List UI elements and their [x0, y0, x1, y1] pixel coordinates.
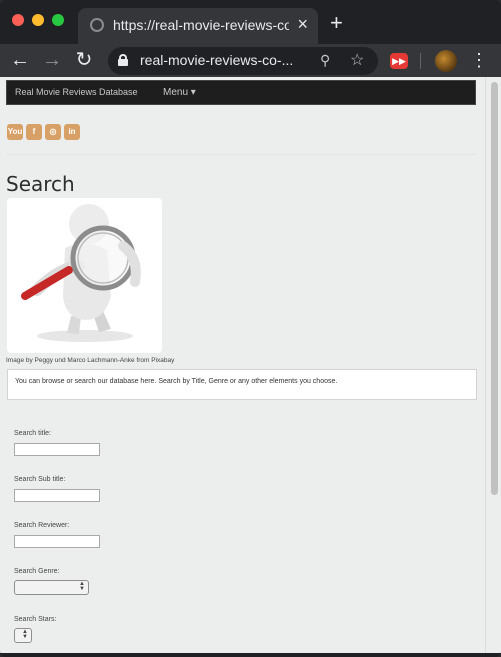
select-arrows-icon: ▲ ▼ — [79, 581, 85, 592]
forward-button[interactable]: → — [40, 48, 64, 72]
intro-text: You can browse or search our database he… — [15, 378, 338, 385]
page-scrollbar[interactable] — [485, 77, 501, 653]
search-genre-select[interactable]: ▲ ▼ — [14, 580, 89, 595]
browser-toolbar: ← → ↻ real-movie-reviews-co-... ⚲ ☆ ▶▶ ⋮ — [0, 44, 501, 77]
back-button[interactable]: ← — [8, 48, 32, 72]
browser-window: https://real-movie-reviews-co-h × + ← → … — [0, 0, 501, 657]
select-arrows-icon: ▲ ▼ — [22, 629, 28, 640]
new-tab-button[interactable]: + — [330, 12, 343, 34]
facebook-icon[interactable]: f — [26, 124, 42, 140]
search-stars-label: Search Stars: — [14, 616, 57, 623]
browser-tab[interactable]: https://real-movie-reviews-co-h × — [78, 8, 318, 44]
extension-icon[interactable]: ▶▶ — [390, 53, 408, 69]
lock-icon — [118, 54, 128, 66]
bookmark-star-icon[interactable]: ☆ — [350, 50, 364, 70]
reload-button[interactable]: ↻ — [72, 48, 96, 72]
image-caption: Image by Peggy und Marco Lachmann-Anke f… — [6, 357, 175, 364]
browser-menu-icon[interactable]: ⋮ — [470, 49, 488, 71]
page-title: Search — [6, 172, 75, 196]
scrollbar-thumb[interactable] — [491, 82, 498, 495]
site-brand-link[interactable]: Real Movie Reviews Database — [15, 87, 138, 97]
minimize-window-button[interactable] — [32, 14, 44, 26]
close-window-button[interactable] — [12, 14, 24, 26]
url-text[interactable]: real-movie-reviews-co-... — [140, 52, 310, 68]
search-illustration-image — [7, 198, 162, 353]
instagram-icon[interactable]: ◎ — [45, 124, 61, 140]
page-viewport: Real Movie Reviews Database Menu ▾ You f ◎… — [0, 77, 501, 653]
section-divider — [6, 154, 476, 155]
search-title-input[interactable] — [14, 443, 100, 456]
search-stars-select[interactable]: ▲ ▼ — [14, 628, 32, 643]
social-links: You f ◎ in — [7, 121, 83, 140]
search-reviewer-input[interactable] — [14, 535, 100, 548]
search-reviewer-label: Search Reviewer: — [14, 522, 70, 529]
search-genre-label: Search Genre: — [14, 568, 60, 575]
address-bar[interactable]: real-movie-reviews-co-... ⚲ ☆ — [108, 47, 378, 75]
toolbar-divider — [420, 53, 421, 69]
site-navbar: Real Movie Reviews Database Menu ▾ — [6, 80, 476, 105]
youtube-icon[interactable]: You — [7, 124, 23, 140]
profile-avatar[interactable] — [435, 50, 457, 72]
tab-bar: https://real-movie-reviews-co-h × + — [0, 0, 501, 44]
intro-box: You can browse or search our database he… — [7, 369, 477, 400]
site-menu-toggle[interactable]: Menu ▾ — [163, 87, 196, 98]
maximize-window-button[interactable] — [52, 14, 64, 26]
search-subtitle-label: Search Sub title: — [14, 476, 66, 483]
search-subtitle-input[interactable] — [14, 489, 100, 502]
search-title-label: Search title: — [14, 430, 51, 437]
globe-icon — [90, 18, 104, 32]
zoom-icon[interactable]: ⚲ — [320, 52, 330, 69]
tab-close-icon[interactable]: × — [297, 14, 308, 34]
linkedin-icon[interactable]: in — [64, 124, 80, 140]
tab-title: https://real-movie-reviews-co-h — [113, 17, 289, 33]
